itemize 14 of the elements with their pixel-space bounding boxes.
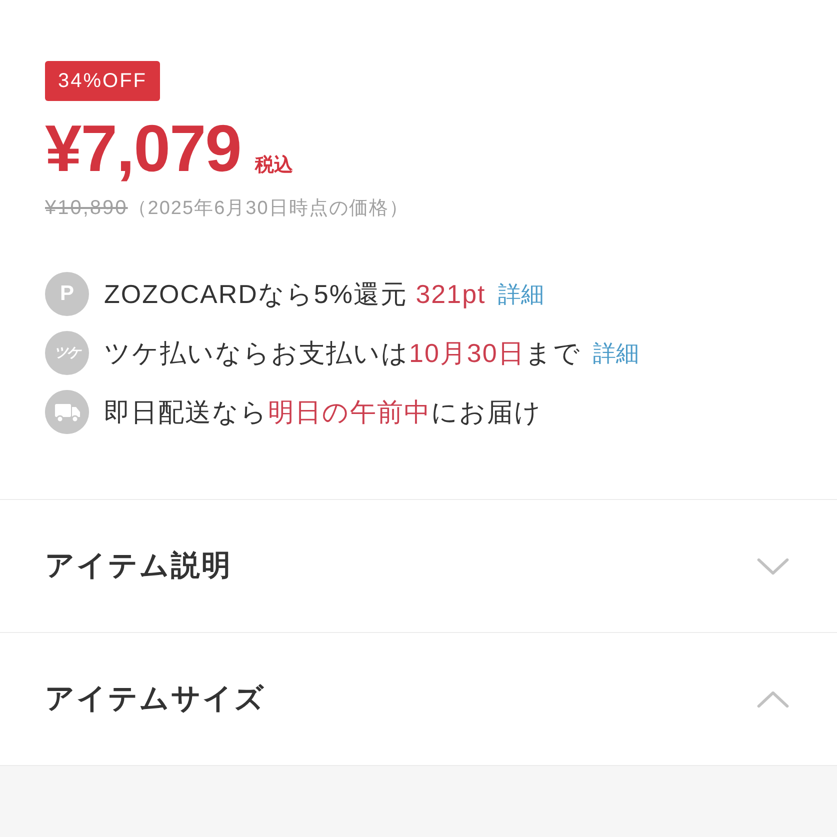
discount-badge: 34%OFF — [45, 61, 160, 101]
accordion-title: アイテムサイズ — [45, 682, 266, 717]
original-price: ¥10,890 — [45, 196, 128, 220]
tax-included-label: 税込 — [254, 154, 293, 178]
accordion-title: アイテム説明 — [45, 549, 232, 584]
price-date-note: （2025年6月30日時点の価格） — [128, 197, 409, 221]
accordion-header[interactable]: アイテム説明 — [0, 500, 837, 633]
sale-price: ¥7,079 — [45, 115, 241, 181]
benefit-text: ZOZOCARDなら5%還元 321pt — [104, 278, 486, 310]
benefit-text: 即日配送なら 明日の午前中 にお届け — [104, 396, 542, 428]
payment-later-icon: ツケ — [45, 331, 89, 375]
truck-icon — [45, 390, 89, 434]
benefit-text: ツケ払いならお支払いは 10月30日 まで — [104, 336, 581, 370]
point-icon: P — [45, 272, 89, 316]
